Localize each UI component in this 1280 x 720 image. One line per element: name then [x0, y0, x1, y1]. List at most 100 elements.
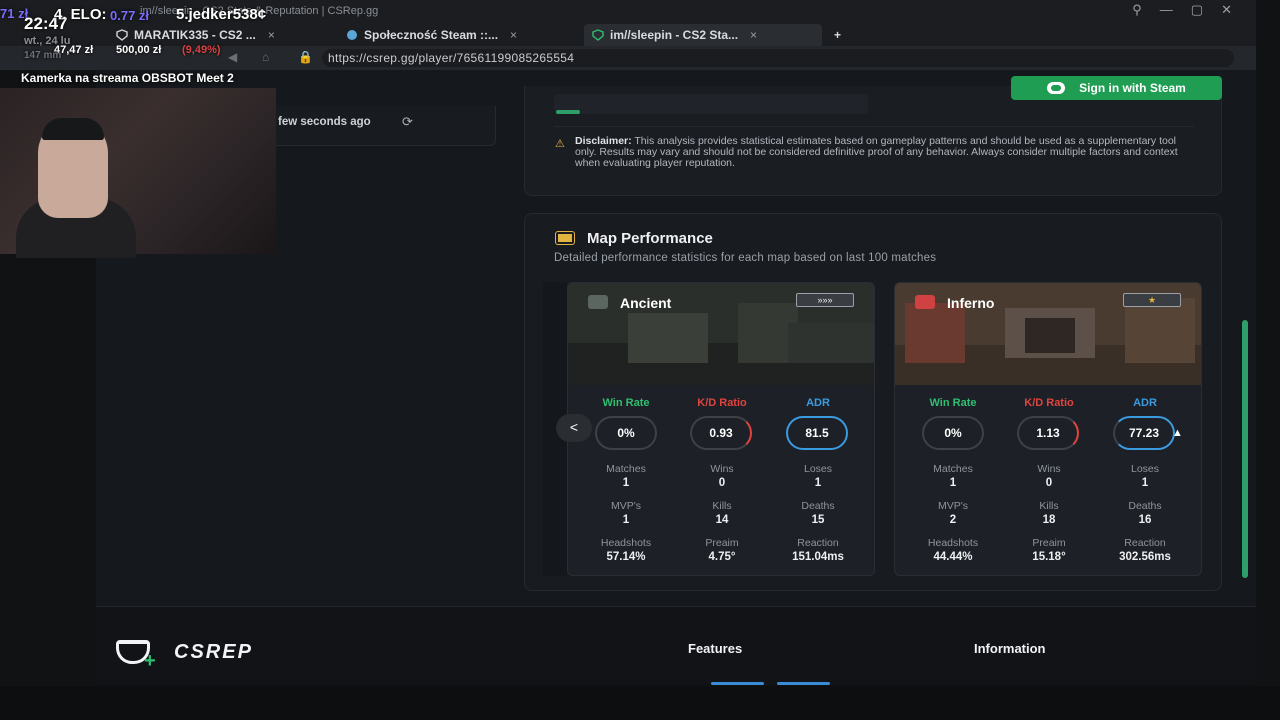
kd-ring: 0.93: [690, 416, 752, 450]
win-rate-ring: 0%: [922, 416, 984, 450]
loses-value: 1: [814, 477, 822, 489]
footer-features-heading: Features: [688, 641, 743, 656]
win-rate-header: Win Rate: [602, 397, 650, 409]
adr-header: ADR: [806, 397, 830, 409]
preaim-value: 15.18°: [1032, 551, 1066, 563]
headshots-label: Headshots: [927, 537, 979, 549]
refresh-icon[interactable]: ⟳: [402, 114, 413, 130]
matches-value: 1: [622, 477, 630, 489]
matches-value: 1: [949, 477, 957, 489]
tab-close-icon[interactable]: ×: [510, 28, 517, 42]
analysis-progress-track: [554, 94, 868, 114]
mvps-label: MVP's: [610, 500, 641, 512]
sign-in-steam-button[interactable]: Sign in with Steam: [1011, 76, 1222, 100]
deaths-label: Deaths: [801, 500, 835, 512]
overlay-player: 5.jedker538¢: [176, 6, 267, 23]
webcam-overlay: [0, 88, 276, 258]
mvps-value: 1: [622, 514, 630, 526]
overlay-elo-label: 4. ELO:: [54, 6, 107, 23]
headshots-value: 44.44%: [933, 551, 973, 563]
preaim-value: 4.75°: [708, 551, 736, 563]
overlay-small-num: 147 mm: [24, 50, 62, 61]
deaths-value: 15: [811, 514, 825, 526]
deaths-label: Deaths: [1128, 500, 1162, 512]
webcam-caption: Kamerka na streama OBSBOT Meet 2: [21, 71, 234, 85]
map-performance-subtitle: Detailed performance statistics for each…: [554, 252, 937, 264]
game-background-strip: [0, 686, 1280, 720]
adr-ring: 77.23: [1113, 416, 1175, 450]
site-footer: [96, 606, 1256, 684]
map-performance-title: Map Performance: [587, 230, 713, 247]
donation-percent: (9,49%): [182, 44, 221, 56]
donation-goal: 500,00 zł: [116, 44, 162, 56]
adr-header: ADR: [1133, 397, 1157, 409]
kd-header: K/D Ratio: [1024, 397, 1074, 409]
steam-favicon-icon: [347, 30, 357, 40]
divider: [554, 126, 1194, 127]
reaction-value: 302.56ms: [1119, 551, 1171, 563]
disclaimer-body: This analysis provides statistical estim…: [575, 135, 1178, 169]
footer-link-underline: [711, 682, 764, 685]
kd-ring: 1.13: [1017, 416, 1079, 450]
tab-label: im//sleepin - CS2 Sta...: [610, 28, 739, 42]
footer-information-heading: Information: [974, 641, 1046, 656]
close-window-icon[interactable]: ✕: [1221, 2, 1232, 18]
reaction-label: Reaction: [797, 537, 839, 549]
reaction-label: Reaction: [1124, 537, 1166, 549]
map-icon: [555, 231, 575, 245]
plus-logo-icon: +: [144, 650, 156, 672]
tab-csrep-active[interactable]: im//sleepin - CS2 Sta... ×: [584, 24, 822, 46]
pin-icon[interactable]: ⚲: [1132, 2, 1142, 18]
map-rank-badge: »»»: [796, 293, 854, 307]
loses-value: 1: [1141, 477, 1149, 489]
footer-link-underline: [777, 682, 830, 685]
kills-value: 14: [715, 514, 729, 526]
overlay-elo-value: 0.77 zł: [110, 8, 150, 23]
kills-label: Kills: [712, 500, 732, 512]
new-tab-button[interactable]: +: [826, 24, 849, 46]
map-card-inferno: Inferno ★ Win Rate K/D Ratio ADR 0% 1.13…: [894, 282, 1202, 576]
adr-ring: 81.5: [786, 416, 848, 450]
map-card-ancient: Ancient »»» Win Rate K/D Ratio ADR 0% 0.…: [567, 282, 875, 576]
kills-label: Kills: [1039, 500, 1059, 512]
map-name: Inferno: [947, 295, 995, 311]
map-rank-badge: ★: [1123, 293, 1181, 307]
tab-label: Społeczność Steam ::...: [364, 28, 499, 42]
headshots-value: 57.14%: [606, 551, 646, 563]
matches-label: Matches: [933, 463, 973, 475]
loses-label: Loses: [1130, 463, 1160, 475]
wins-label: Wins: [1037, 463, 1061, 475]
loses-label: Loses: [803, 463, 833, 475]
deaths-value: 16: [1138, 514, 1152, 526]
map-name: Ancient: [620, 295, 672, 311]
csrep-logo[interactable]: + CSREP: [116, 640, 253, 672]
matches-label: Matches: [606, 463, 646, 475]
reaction-value: 151.04ms: [792, 551, 844, 563]
carousel-prev-button[interactable]: <: [556, 414, 592, 442]
tab-close-icon[interactable]: ×: [750, 28, 757, 42]
streamer-cap: [42, 118, 104, 140]
stream-stats-overlay: 71 zł 22:47 4. ELO: 0.77 zł 5.jedker538¢…: [0, 0, 280, 66]
mvps-value: 2: [949, 514, 957, 526]
mvps-label: MVP's: [937, 500, 968, 512]
lock-icon[interactable]: 🔒: [298, 50, 313, 64]
wins-label: Wins: [710, 463, 734, 475]
last-updated-text: few seconds ago: [278, 116, 371, 128]
steam-logo-icon: [1047, 82, 1066, 94]
preaim-label: Preaim: [705, 537, 739, 549]
analysis-progress-fill: [556, 110, 580, 114]
tab-steam[interactable]: Społeczność Steam ::... ×: [338, 24, 574, 46]
page-scrollbar[interactable]: [1242, 320, 1248, 578]
logo-wordmark: CSREP: [174, 640, 253, 663]
minimize-icon[interactable]: —: [1160, 2, 1173, 18]
warning-icon: ⚠: [555, 138, 565, 150]
csrep-favicon-icon: [592, 29, 604, 41]
headshots-label: Headshots: [600, 537, 652, 549]
win-rate-header: Win Rate: [929, 397, 977, 409]
win-rate-ring: 0%: [595, 416, 657, 450]
wins-value: 0: [1045, 477, 1053, 489]
kd-header: K/D Ratio: [697, 397, 747, 409]
sign-in-label: Sign in with Steam: [1079, 81, 1186, 95]
url-input[interactable]: https://csrep.gg/player/7656119908526555…: [322, 49, 1234, 67]
maximize-icon[interactable]: ▢: [1191, 2, 1203, 18]
